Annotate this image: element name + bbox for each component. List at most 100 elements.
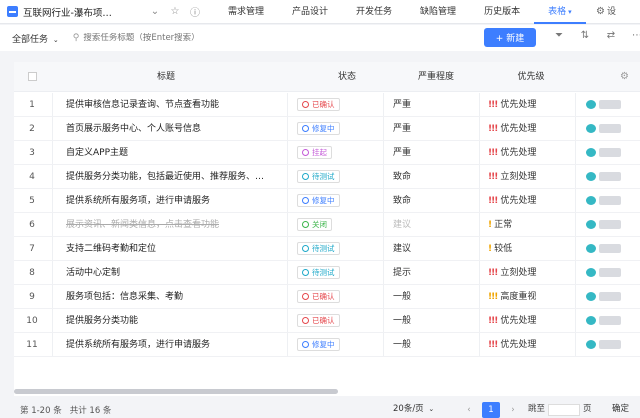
owner-cell[interactable]	[586, 309, 640, 333]
severity-cell[interactable]: 建议	[393, 237, 433, 261]
select-all-checkbox[interactable]	[27, 62, 37, 92]
more-icon[interactable]: ⋯	[624, 30, 640, 41]
owner-cell[interactable]	[586, 165, 640, 189]
status-badge[interactable]: 修复中	[297, 194, 340, 207]
tab-dev-tasks[interactable]: 开发任务	[342, 0, 406, 24]
status-badge[interactable]: 修复中	[297, 122, 340, 135]
owner-cell[interactable]	[586, 333, 640, 357]
status-cell[interactable]: 挂起	[297, 141, 383, 165]
owner-cell[interactable]	[586, 237, 640, 261]
priority-cell[interactable]: !!! 优先处理	[488, 189, 568, 213]
task-title[interactable]: 提供审核信息记录查询、节点查看功能	[66, 93, 266, 117]
task-title[interactable]: 提供系统所有服务项，进行申请服务	[66, 189, 266, 213]
settings-button[interactable]: ⚙ 设	[596, 0, 616, 24]
task-title[interactable]: 提供服务分类功能，包括最近使用、推荐服务、…	[66, 165, 266, 189]
status-cell[interactable]: 已确认	[297, 309, 383, 333]
severity-cell[interactable]: 严重	[393, 93, 433, 117]
new-task-button[interactable]: + 新建	[484, 28, 536, 47]
severity-cell[interactable]: 一般	[393, 309, 433, 333]
status-badge[interactable]: 已确认	[297, 290, 340, 303]
page-size-select[interactable]: 20条/页 ⌄	[393, 401, 434, 418]
task-title[interactable]: 提供服务分类功能	[66, 309, 266, 333]
task-title[interactable]: 首页展示服务中心、个人账号信息	[66, 117, 266, 141]
tab-table[interactable]: 表格 ▾	[534, 0, 586, 24]
priority-cell[interactable]: !!! 优先处理	[488, 117, 568, 141]
goto-page-input[interactable]	[548, 403, 581, 416]
status-badge[interactable]: 挂起	[297, 146, 332, 159]
priority-cell[interactable]: ! 较低	[488, 237, 568, 261]
priority-cell[interactable]: ! 正常	[488, 213, 568, 237]
field-settings-icon[interactable]: ⇄	[598, 30, 624, 41]
tab-defects[interactable]: 缺陷管理	[406, 0, 470, 24]
priority-cell[interactable]: !!! 优先处理	[488, 309, 568, 333]
next-page-icon[interactable]: ›	[506, 405, 520, 415]
status-cell[interactable]: 待测试	[297, 261, 383, 285]
severity-cell[interactable]: 严重	[393, 141, 433, 165]
table-row[interactable]: 6 展示资讯、新闻类信息，点击查看功能 关闭 建议! 正常	[14, 213, 640, 237]
severity-cell[interactable]: 致命	[393, 189, 433, 213]
table-row[interactable]: 7 支持二维码考勤和定位 待测试 建议! 较低	[14, 237, 640, 261]
task-title[interactable]: 支持二维码考勤和定位	[66, 237, 266, 261]
owner-cell[interactable]	[586, 189, 640, 213]
task-filter-select[interactable]: 全部任务 ⌄	[12, 32, 59, 45]
severity-cell[interactable]: 建议	[393, 213, 433, 237]
project-switch-chevron-icon[interactable]: ⌄	[149, 6, 161, 17]
owner-cell[interactable]	[586, 93, 640, 117]
filter-icon[interactable]: ⏷	[546, 30, 572, 41]
owner-cell[interactable]	[586, 117, 640, 141]
table-row[interactable]: 1 提供审核信息记录查询、节点查看功能 已确认 严重!!! 优先处理	[14, 93, 640, 117]
column-header-title[interactable]: 标题	[66, 62, 266, 92]
task-title[interactable]: 展示资讯、新闻类信息，点击查看功能	[66, 213, 266, 237]
table-row[interactable]: 11 提供系统所有服务项，进行申请服务 修复中 一般!!! 优先处理	[14, 333, 640, 357]
priority-cell[interactable]: !!! 优先处理	[488, 93, 568, 117]
search-input[interactable]	[83, 33, 224, 43]
tab-product-design[interactable]: 产品设计	[278, 0, 342, 24]
status-badge[interactable]: 待测试	[297, 266, 340, 279]
confirm-button[interactable]: 确定	[612, 401, 629, 418]
status-badge[interactable]: 关闭	[297, 218, 332, 231]
table-row[interactable]: 3 自定义APP主题 挂起 严重!!! 优先处理	[14, 141, 640, 165]
page-number-current[interactable]: 1	[482, 401, 500, 418]
severity-cell[interactable]: 致命	[393, 165, 433, 189]
status-badge[interactable]: 待测试	[297, 242, 340, 255]
status-cell[interactable]: 待测试	[297, 165, 383, 189]
status-badge[interactable]: 待测试	[297, 170, 340, 183]
status-cell[interactable]: 待测试	[297, 237, 383, 261]
table-row[interactable]: 8 活动中心定制 待测试 提示!!! 立刻处理	[14, 261, 640, 285]
column-header-severity[interactable]: 严重程度	[393, 62, 479, 92]
severity-cell[interactable]: 一般	[393, 333, 433, 357]
status-badge[interactable]: 已确认	[297, 98, 340, 111]
table-row[interactable]: 2 首页展示服务中心、个人账号信息 修复中 严重!!! 优先处理	[14, 117, 640, 141]
task-title[interactable]: 提供系统所有服务项，进行申请服务	[66, 333, 266, 357]
prev-page-icon[interactable]: ‹	[462, 405, 476, 415]
status-cell[interactable]: 关闭	[297, 213, 383, 237]
priority-cell[interactable]: !!! 优先处理	[488, 141, 568, 165]
status-badge[interactable]: 修复中	[297, 338, 340, 351]
priority-cell[interactable]: !!! 立刻处理	[488, 165, 568, 189]
project-title[interactable]: 互联网行业-瀑布项…	[23, 5, 141, 19]
table-row[interactable]: 10 提供服务分类功能 已确认 一般!!! 优先处理	[14, 309, 640, 333]
status-cell[interactable]: 修复中	[297, 333, 383, 357]
status-badge[interactable]: 已确认	[297, 314, 340, 327]
priority-cell[interactable]: !!! 高度重视	[488, 285, 568, 309]
sort-icon[interactable]: ⇅	[572, 30, 598, 41]
status-cell[interactable]: 已确认	[297, 93, 383, 117]
table-row[interactable]: 4 提供服务分类功能，包括最近使用、推荐服务、… 待测试 致命!!! 立刻处理	[14, 165, 640, 189]
severity-cell[interactable]: 一般	[393, 285, 433, 309]
info-icon[interactable]: ⓘ	[189, 4, 201, 19]
task-title[interactable]: 服务项包括：信息采集、考勤	[66, 285, 266, 309]
tab-history[interactable]: 历史版本	[470, 0, 534, 24]
owner-cell[interactable]	[586, 285, 640, 309]
column-settings-gear-icon[interactable]: ⚙	[620, 62, 629, 92]
status-cell[interactable]: 修复中	[297, 117, 383, 141]
star-icon[interactable]: ☆	[169, 6, 181, 17]
status-cell[interactable]: 已确认	[297, 285, 383, 309]
tab-requirements[interactable]: 需求管理	[214, 0, 278, 24]
severity-cell[interactable]: 提示	[393, 261, 433, 285]
severity-cell[interactable]: 严重	[393, 117, 433, 141]
column-header-status[interactable]: 状态	[297, 62, 397, 92]
table-row[interactable]: 9 服务项包括：信息采集、考勤 已确认 一般!!! 高度重视	[14, 285, 640, 309]
status-cell[interactable]: 修复中	[297, 189, 383, 213]
task-title[interactable]: 活动中心定制	[66, 261, 266, 285]
table-row[interactable]: 5 提供系统所有服务项，进行申请服务 修复中 致命!!! 优先处理	[14, 189, 640, 213]
